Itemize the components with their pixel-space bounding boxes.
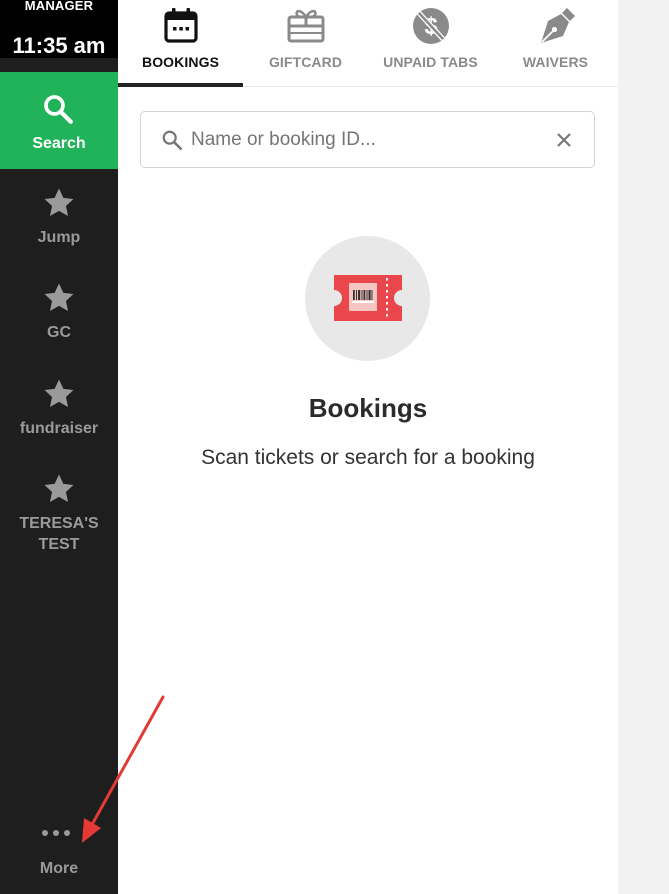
more-dots-icon	[42, 830, 70, 836]
search-icon	[162, 130, 182, 150]
tab-label: UNPAID TABS	[383, 54, 478, 70]
star-icon	[44, 283, 74, 312]
booking-search-field[interactable]	[140, 111, 595, 168]
tab-label: GIFTCARD	[268, 54, 343, 70]
tab-unpaid-tabs[interactable]: $ UNPAID TABS	[368, 0, 493, 87]
sidebar-item-label: Jump	[37, 229, 81, 246]
star-icon	[44, 379, 74, 408]
sidebar-item-label: More	[39, 860, 79, 877]
sidebar-item-label: Search	[32, 135, 86, 152]
sidebar-item-label: GC	[47, 324, 71, 341]
sidebar-item-search[interactable]: Search	[0, 72, 118, 169]
empty-state-subtitle: Scan tickets or search for a booking	[201, 446, 535, 469]
pen-nib-icon	[541, 8, 575, 43]
sidebar: MANAGER 11:35 am Search Jump GC fundrais…	[0, 0, 118, 894]
tab-waivers[interactable]: WAIVERS	[493, 0, 618, 87]
gift-card-icon	[287, 9, 325, 43]
calendar-icon	[164, 8, 198, 43]
user-role-label: MANAGER	[24, 0, 94, 13]
ticket-icon	[334, 275, 402, 321]
tab-bar: BOOKINGS GIFTCARD $ UNPAID TABS	[118, 0, 618, 87]
right-gutter	[618, 0, 669, 894]
sidebar-item-label: TERESA'S TEST	[19, 515, 99, 553]
app-window: MANAGER 11:35 am Search Jump GC fundrais…	[0, 0, 669, 894]
empty-state-title: Bookings	[308, 393, 428, 423]
sidebar-item-teresas-test[interactable]: TERESA'S TEST	[0, 472, 118, 555]
sidebar-more-button[interactable]: More	[0, 822, 118, 878]
star-icon	[44, 188, 74, 217]
tab-giftcard[interactable]: GIFTCARD	[243, 0, 368, 87]
no-dollar-icon: $	[413, 8, 449, 44]
sidebar-item-fundraiser[interactable]: fundraiser	[0, 377, 118, 439]
close-icon[interactable]	[556, 132, 572, 148]
booking-search-input[interactable]	[191, 124, 531, 156]
empty-state-illustration	[305, 236, 430, 361]
tab-bookings[interactable]: BOOKINGS	[118, 0, 243, 87]
search-icon	[44, 95, 73, 124]
sidebar-item-label: fundraiser	[19, 420, 99, 437]
sidebar-item-gc[interactable]: GC	[0, 281, 118, 343]
star-icon	[44, 474, 74, 503]
tab-label: BOOKINGS	[141, 54, 220, 70]
sidebar-item-jump[interactable]: Jump	[0, 186, 118, 248]
tab-label: WAIVERS	[522, 54, 589, 70]
